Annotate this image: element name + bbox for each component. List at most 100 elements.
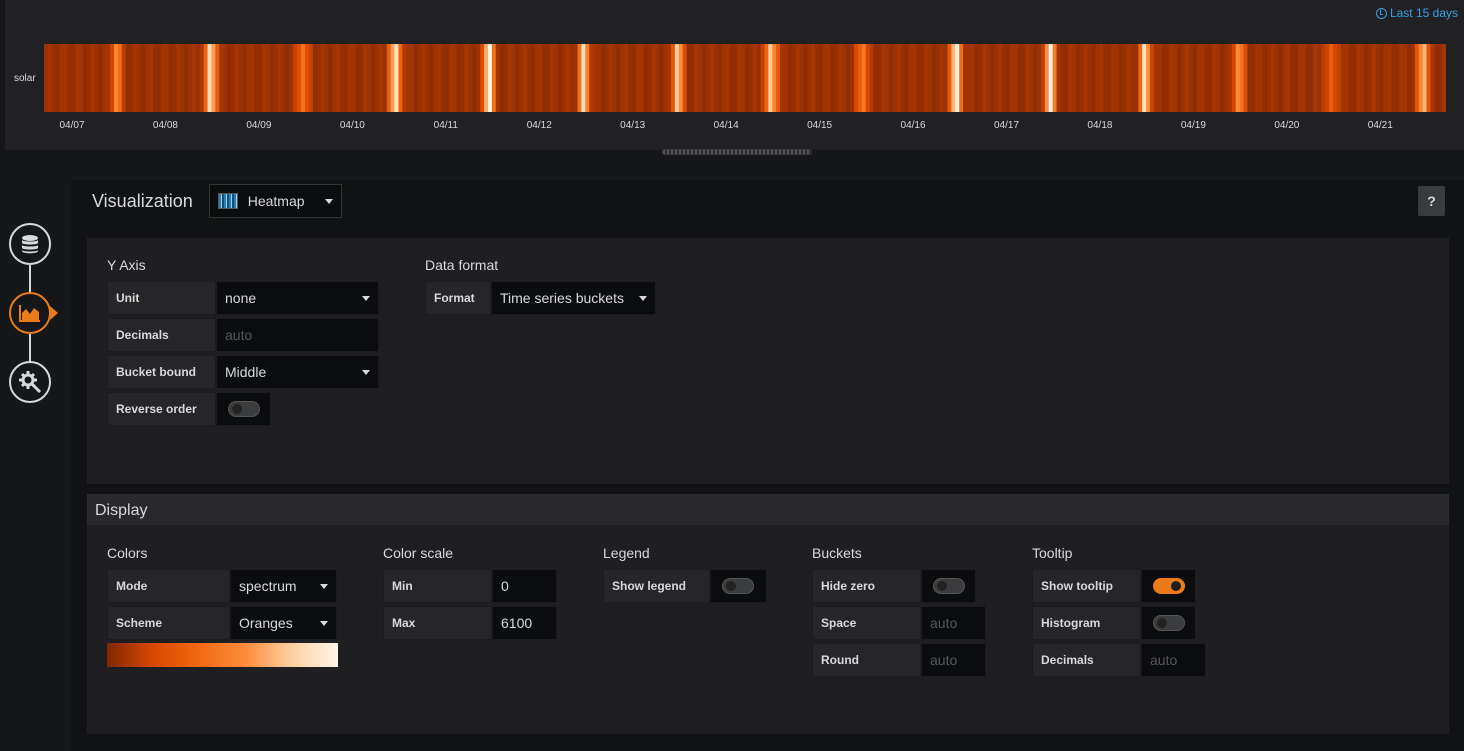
- heatmap-cell[interactable]: [1212, 44, 1217, 112]
- heatmap-cell[interactable]: [1383, 44, 1389, 112]
- heatmap-cell[interactable]: [986, 44, 991, 112]
- heatmap-cell[interactable]: [678, 44, 684, 112]
- heatmap-cell[interactable]: [262, 44, 267, 112]
- show-legend-toggle[interactable]: [710, 569, 767, 603]
- heatmap-cell[interactable]: [1262, 44, 1268, 112]
- heatmap-cell[interactable]: [1403, 44, 1408, 112]
- heatmap-cell[interactable]: [889, 44, 894, 112]
- heatmap-cell[interactable]: [713, 44, 719, 112]
- heatmap-cell[interactable]: [854, 44, 859, 112]
- heatmap-cell[interactable]: [1040, 44, 1046, 112]
- heatmap-cell[interactable]: [156, 44, 162, 112]
- heatmap-cell[interactable]: [386, 44, 392, 112]
- heatmap-cell[interactable]: [410, 44, 415, 112]
- heatmap-cell[interactable]: [760, 44, 765, 112]
- heatmap-cell[interactable]: [1360, 44, 1365, 112]
- heatmap-cell[interactable]: [82, 44, 88, 112]
- heatmap-cell[interactable]: [811, 44, 816, 112]
- heatmap-cell[interactable]: [254, 44, 259, 112]
- heatmap-cell[interactable]: [258, 44, 263, 112]
- heatmap-cell[interactable]: [799, 44, 804, 112]
- heatmap-cell[interactable]: [869, 44, 875, 112]
- histogram-toggle[interactable]: [1141, 606, 1196, 640]
- heatmap-cell[interactable]: [153, 44, 158, 112]
- heatmap-cell[interactable]: [643, 44, 649, 112]
- heatmap-cell[interactable]: [928, 44, 933, 112]
- heatmap-cell[interactable]: [1196, 44, 1202, 112]
- heatmap-cell[interactable]: [324, 44, 329, 112]
- heatmap-cell[interactable]: [561, 44, 567, 112]
- heatmap-cell[interactable]: [507, 44, 512, 112]
- heatmap-cell[interactable]: [725, 44, 730, 112]
- heatmap-cell[interactable]: [1216, 44, 1221, 112]
- heatmap-cell[interactable]: [1064, 44, 1069, 112]
- heatmap-cell[interactable]: [1309, 44, 1315, 112]
- heatmap-cell[interactable]: [1418, 44, 1424, 112]
- heatmap-cell[interactable]: [639, 44, 645, 112]
- heatmap-cell[interactable]: [1348, 44, 1354, 112]
- heatmap-cell[interactable]: [573, 44, 579, 112]
- heatmap-cell[interactable]: [59, 44, 64, 112]
- heatmap-cell[interactable]: [1251, 44, 1256, 112]
- heatmap-cell[interactable]: [741, 44, 746, 112]
- hide-zero-toggle[interactable]: [921, 569, 976, 603]
- heatmap-cell[interactable]: [558, 44, 563, 112]
- heatmap-cell[interactable]: [1072, 44, 1077, 112]
- heatmap-cell[interactable]: [1313, 44, 1318, 112]
- heatmap-cell[interactable]: [830, 44, 836, 112]
- heatmap-cell[interactable]: [149, 44, 154, 112]
- heatmap-cell[interactable]: [125, 44, 131, 112]
- heatmap-cell[interactable]: [269, 44, 275, 112]
- heatmap-cell[interactable]: [1224, 44, 1229, 112]
- heatmap-cell[interactable]: [1025, 44, 1030, 112]
- heatmap-cell[interactable]: [1325, 44, 1330, 112]
- heatmap-cell[interactable]: [931, 44, 937, 112]
- heatmap-cell[interactable]: [912, 44, 917, 112]
- heatmap-cell[interactable]: [86, 44, 92, 112]
- heatmap-cell[interactable]: [417, 44, 423, 112]
- heatmap-cell[interactable]: [1060, 44, 1065, 112]
- help-button[interactable]: ?: [1418, 186, 1445, 216]
- heatmap-cell[interactable]: [355, 44, 360, 112]
- heatmap-cell[interactable]: [628, 44, 633, 112]
- heatmap-cell[interactable]: [336, 44, 341, 112]
- heatmap-cell[interactable]: [1399, 44, 1404, 112]
- heatmap-cell[interactable]: [1126, 44, 1132, 112]
- heatmap-cell[interactable]: [1087, 44, 1093, 112]
- heatmap-cell[interactable]: [1111, 44, 1116, 112]
- heatmap-cell[interactable]: [1095, 44, 1100, 112]
- heatmap-cell[interactable]: [1161, 44, 1167, 112]
- nav-general[interactable]: [9, 361, 51, 403]
- heatmap-cell[interactable]: [51, 44, 57, 112]
- scheme-select[interactable]: Oranges: [230, 606, 337, 640]
- heatmap-cell[interactable]: [94, 44, 100, 112]
- heatmap-cell[interactable]: [892, 44, 898, 112]
- heatmap-cell[interactable]: [1321, 44, 1326, 112]
- heatmap-cell[interactable]: [230, 44, 236, 112]
- heatmap-cell[interactable]: [1266, 44, 1272, 112]
- heatmap-cell[interactable]: [316, 44, 321, 112]
- heatmap-cell[interactable]: [339, 44, 345, 112]
- heatmap-cell[interactable]: [129, 44, 135, 112]
- heatmap-cell[interactable]: [1185, 44, 1190, 112]
- heatmap-cell[interactable]: [659, 44, 664, 112]
- heatmap-cell[interactable]: [1438, 44, 1443, 112]
- heatmap-cell[interactable]: [674, 44, 680, 112]
- heatmap-cell[interactable]: [939, 44, 945, 112]
- heatmap-cell[interactable]: [554, 44, 559, 112]
- heatmap-cell[interactable]: [215, 44, 220, 112]
- heatmap-cell[interactable]: [1356, 44, 1361, 112]
- heatmap-cell[interactable]: [530, 44, 536, 112]
- heatmap-cell[interactable]: [721, 44, 727, 112]
- min-input[interactable]: 0: [492, 569, 557, 603]
- heatmap-cell[interactable]: [881, 44, 886, 112]
- heatmap-cell[interactable]: [219, 44, 224, 112]
- heatmap-cell[interactable]: [1153, 44, 1159, 112]
- heatmap-cell[interactable]: [624, 44, 629, 112]
- heatmap-cell[interactable]: [772, 44, 777, 112]
- heatmap-cell[interactable]: [293, 44, 298, 112]
- heatmap-cell[interactable]: [371, 44, 376, 112]
- heatmap-cell[interactable]: [207, 44, 212, 112]
- heatmap-cell[interactable]: [577, 44, 582, 112]
- heatmap-cell[interactable]: [1333, 44, 1338, 112]
